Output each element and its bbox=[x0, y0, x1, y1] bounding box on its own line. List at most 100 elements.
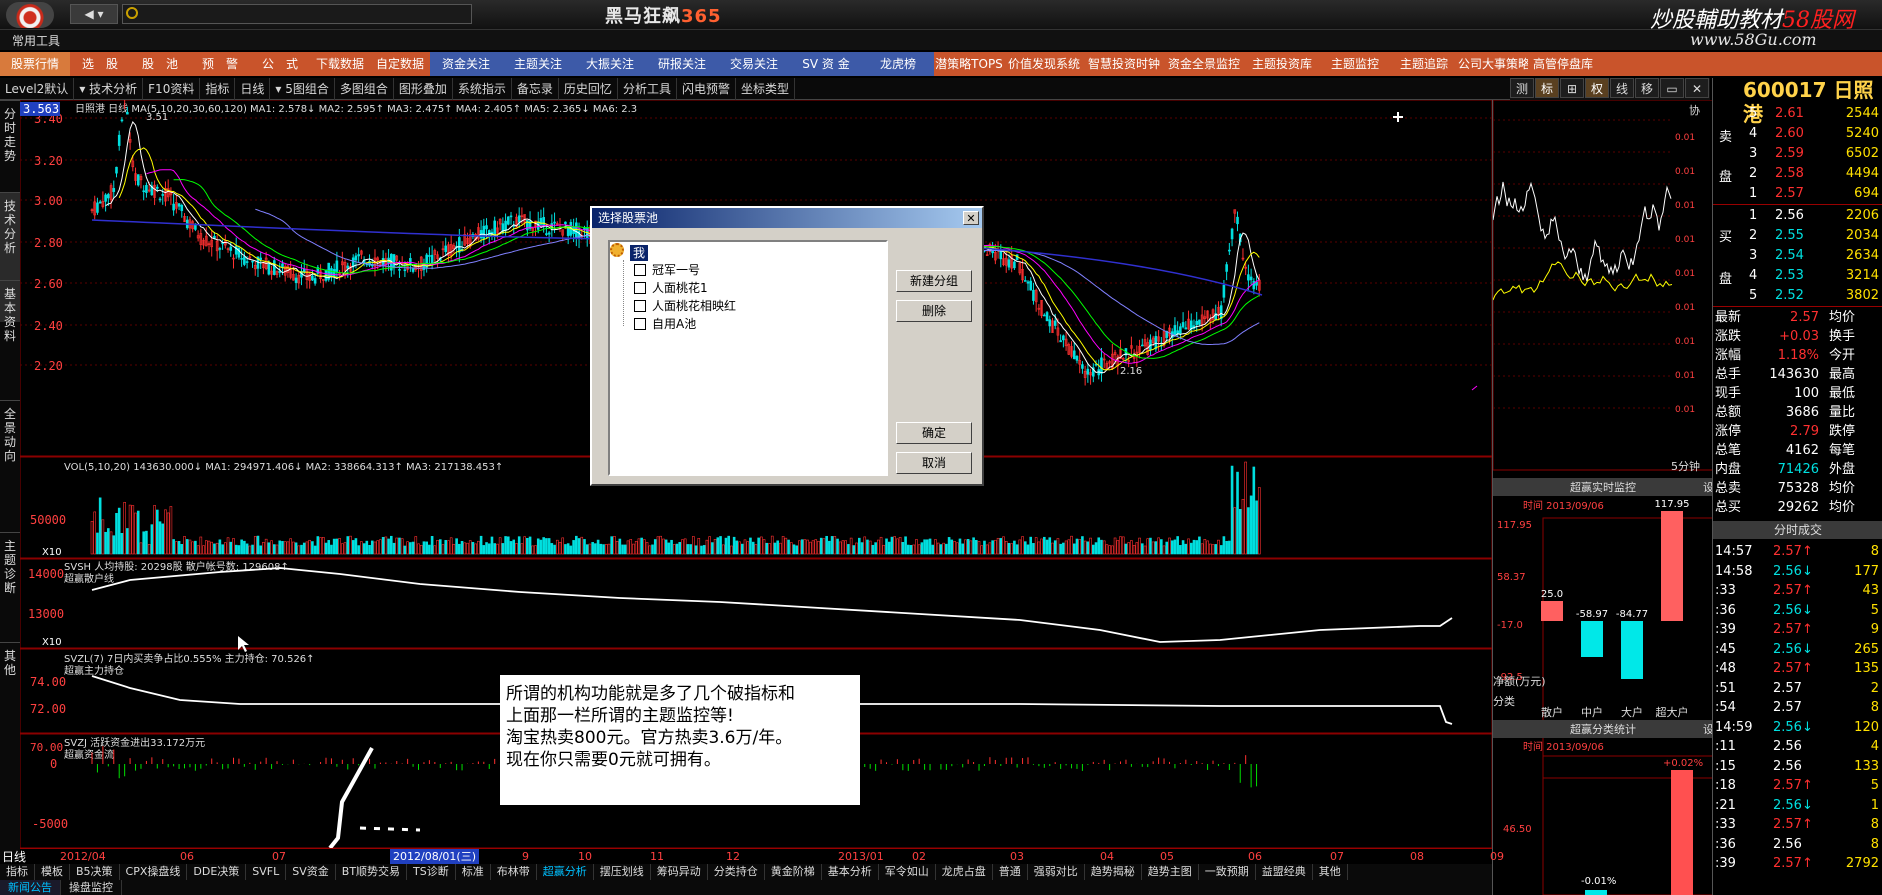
left-tab[interactable]: 分时走势 bbox=[0, 100, 20, 180]
toolbar-item[interactable]: 历史回忆 bbox=[559, 78, 618, 100]
menu-item[interactable]: 主题追踪 bbox=[1390, 52, 1458, 76]
indicator-tab[interactable]: SV资金 bbox=[286, 864, 336, 880]
volume-bar bbox=[188, 539, 192, 555]
stock-search-input[interactable] bbox=[122, 4, 472, 24]
indicator-tab[interactable]: 军令如山 bbox=[879, 864, 936, 880]
indicator-tab[interactable]: 黄金阶梯 bbox=[765, 864, 822, 880]
new-group-button[interactable]: 新建分组 bbox=[896, 270, 972, 292]
toolbar-item[interactable]: F10资料 bbox=[143, 78, 201, 100]
menu-item[interactable]: 大振关注 bbox=[574, 52, 646, 76]
menu-item[interactable]: 智慧投资时钟 bbox=[1084, 52, 1164, 76]
indicator-tab[interactable]: 摆压划线 bbox=[594, 864, 651, 880]
close-icon[interactable]: ✕ bbox=[963, 211, 979, 225]
indicator-tab[interactable]: B5决策 bbox=[70, 864, 120, 880]
indicator-tab[interactable]: 布林带 bbox=[491, 864, 537, 880]
indicator-tab[interactable]: 龙虎占盘 bbox=[936, 864, 993, 880]
indicator-tab[interactable]: 普通 bbox=[993, 864, 1028, 880]
toolbar-item[interactable]: 备忘录 bbox=[512, 78, 559, 100]
menu-item[interactable]: 主题投资库 bbox=[1244, 52, 1320, 76]
pool-item[interactable]: 冠军一号 bbox=[634, 262, 700, 278]
menu-item[interactable]: 股 池 bbox=[130, 52, 190, 76]
period-label[interactable]: 日线 bbox=[2, 849, 26, 865]
chart-tool-icon[interactable]: 线 bbox=[1610, 78, 1634, 98]
menu-item[interactable]: 公 式 bbox=[250, 52, 310, 76]
menu-item[interactable]: 主题关注 bbox=[502, 52, 574, 76]
pool-item[interactable]: 人面桃花1 bbox=[634, 280, 708, 296]
menu-item[interactable]: 资金关注 bbox=[430, 52, 502, 76]
menu-item[interactable]: 龙虎榜 bbox=[862, 52, 934, 76]
nav-back-button[interactable]: ◀ ▾ bbox=[70, 4, 118, 24]
menu-item[interactable]: 股票行情 bbox=[0, 52, 70, 76]
checkbox[interactable] bbox=[634, 282, 646, 294]
chart-tool-icon[interactable]: 标 bbox=[1535, 78, 1559, 98]
toolbar-item[interactable]: 指标 bbox=[200, 78, 236, 100]
toolbar-item[interactable]: 图形叠加 bbox=[394, 78, 453, 100]
left-tab[interactable]: 主题诊断 bbox=[0, 532, 20, 632]
checkbox[interactable] bbox=[634, 264, 646, 276]
menu-item[interactable]: 资金全景监控 bbox=[1164, 52, 1244, 76]
left-tab[interactable]: 全景动向 bbox=[0, 400, 20, 520]
indicator-tab[interactable]: 筹码异动 bbox=[651, 864, 708, 880]
indicator-tab[interactable]: 标准 bbox=[456, 864, 491, 880]
checkbox[interactable] bbox=[634, 318, 646, 330]
indicator-tab[interactable]: SVFL bbox=[246, 864, 287, 880]
chart-tool-icon[interactable]: 测 bbox=[1510, 78, 1534, 98]
stock-pool-tree[interactable]: 我的股票池 冠军一号 人面桃花1 人面桃花相映红 自用A池 bbox=[608, 240, 888, 476]
checkbox[interactable] bbox=[634, 300, 646, 312]
delete-button[interactable]: 删除 bbox=[896, 300, 972, 322]
indicator-tab[interactable]: 一致预期 bbox=[1199, 864, 1256, 880]
menu-item[interactable]: 下载数据 bbox=[310, 52, 370, 76]
pool-item[interactable]: 人面桃花相映红 bbox=[634, 298, 736, 314]
candle-body bbox=[403, 269, 407, 272]
toolbar-item[interactable]: Level2默认 bbox=[0, 78, 75, 100]
menu-item[interactable]: 公司大事策略 bbox=[1458, 52, 1528, 76]
toolbar-item[interactable]: 坐标类型 bbox=[736, 78, 795, 100]
toolbar-item[interactable]: 闪电预警 bbox=[677, 78, 736, 100]
left-tab[interactable]: 基本资料 bbox=[0, 280, 20, 390]
cancel-button[interactable]: 取消 bbox=[896, 452, 972, 474]
menu-item[interactable]: 价值发现系统 bbox=[1004, 52, 1084, 76]
menu-item[interactable]: 潜策略TOPS bbox=[934, 52, 1004, 76]
toolbar-item[interactable]: 日线 bbox=[235, 78, 271, 100]
tools-menu[interactable]: 常用工具 bbox=[12, 32, 60, 49]
indicator-tab[interactable]: TS诊断 bbox=[407, 864, 456, 880]
toolbar-item[interactable]: ▾ 5图组合 bbox=[270, 78, 335, 100]
menu-item[interactable]: 自定数据 bbox=[370, 52, 430, 76]
toolbar-item[interactable]: 分析工具 bbox=[618, 78, 677, 100]
ok-button[interactable]: 确定 bbox=[896, 422, 972, 444]
tree-root-my-pool[interactable]: 我的股票池 bbox=[630, 245, 649, 324]
indicator-tab[interactable]: 其他 bbox=[1313, 864, 1348, 880]
pool-item[interactable]: 自用A池 bbox=[634, 316, 696, 332]
indicator-tab[interactable]: 益盟经典 bbox=[1256, 864, 1313, 880]
app-logo[interactable] bbox=[6, 2, 54, 28]
indicator-tab[interactable]: 强弱对比 bbox=[1028, 864, 1085, 880]
menu-item[interactable]: 预 警 bbox=[190, 52, 250, 76]
menu-item[interactable]: SV 资 金 bbox=[790, 52, 862, 76]
menu-item[interactable]: 研报关注 bbox=[646, 52, 718, 76]
menu-item[interactable]: 高管停盘库 bbox=[1528, 52, 1598, 76]
toolbar-item[interactable]: 多图组合 bbox=[335, 78, 394, 100]
indicator-tab[interactable]: BT顺势交易 bbox=[336, 864, 408, 880]
bottom-tab[interactable]: 新闻公告 bbox=[0, 880, 61, 895]
menu-item[interactable]: 主题监控 bbox=[1320, 52, 1390, 76]
toolbar-item[interactable]: ▾ 技术分析 bbox=[74, 78, 144, 100]
chart-tool-icon[interactable]: ▭ bbox=[1660, 78, 1684, 98]
indicator-tab[interactable]: 趋势主图 bbox=[1142, 864, 1199, 880]
toolbar-item[interactable]: 系统指示 bbox=[453, 78, 512, 100]
chart-tool-icon[interactable]: ⊞ bbox=[1560, 78, 1584, 98]
indicator-tab[interactable]: 趋势揭秘 bbox=[1085, 864, 1142, 880]
chart-tool-icon[interactable]: 权 bbox=[1585, 78, 1609, 98]
bottom-tab[interactable]: 操盘监控 bbox=[61, 880, 122, 895]
menu-item[interactable]: 选 股 bbox=[70, 52, 130, 76]
indicator-tab[interactable]: 分类持仓 bbox=[708, 864, 765, 880]
indicator-tab[interactable]: CPX操盘线 bbox=[120, 864, 188, 880]
indicator-tab[interactable]: 指标 bbox=[0, 864, 35, 880]
indicator-tab[interactable]: 超赢分析 bbox=[537, 864, 594, 880]
indicator-tab[interactable]: 基本分析 bbox=[822, 864, 879, 880]
chart-tool-icon[interactable]: ✕ bbox=[1685, 78, 1709, 98]
menu-item[interactable]: 交易关注 bbox=[718, 52, 790, 76]
indicator-tab[interactable]: DDE决策 bbox=[187, 864, 247, 880]
chart-tool-icon[interactable]: 移 bbox=[1635, 78, 1659, 98]
indicator-tab[interactable]: 模板 bbox=[35, 864, 70, 880]
left-tab[interactable]: 其他 bbox=[0, 642, 20, 722]
